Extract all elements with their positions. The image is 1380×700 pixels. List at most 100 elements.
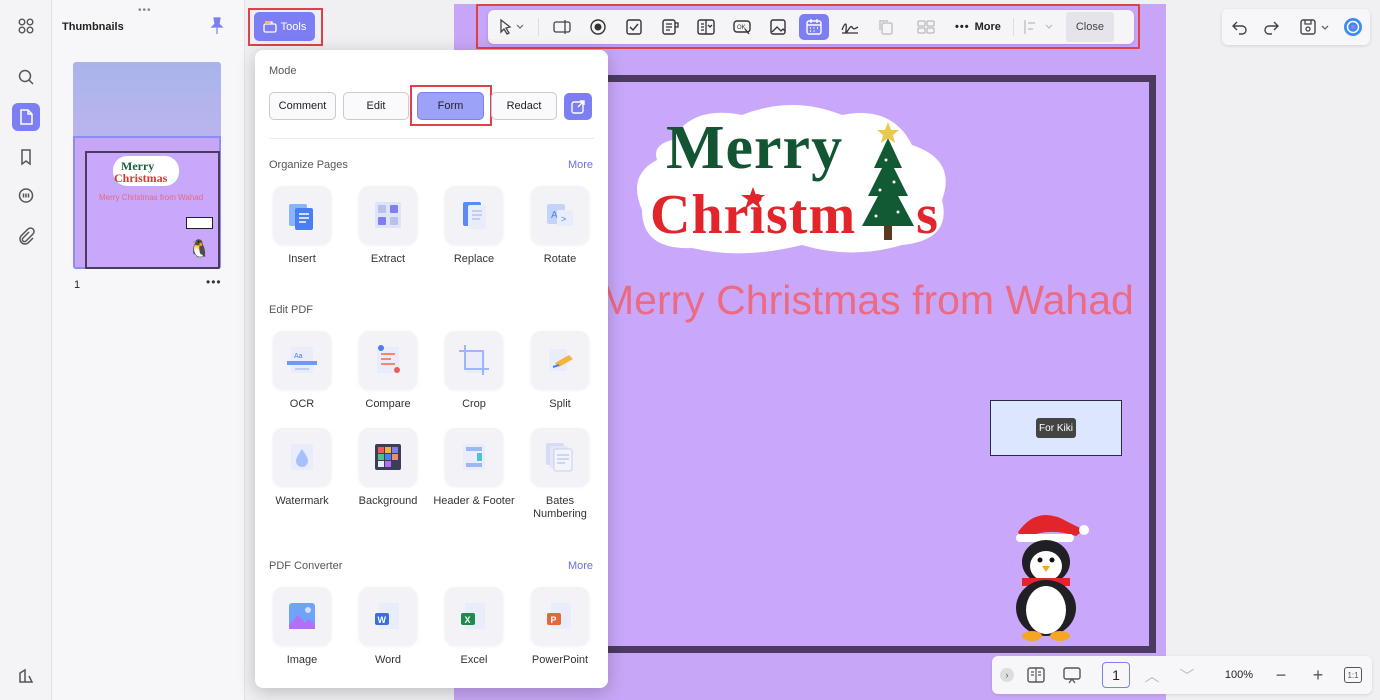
open-external-button[interactable] xyxy=(564,93,592,120)
split-icon xyxy=(549,349,573,371)
close-toolbar-button[interactable]: Close xyxy=(1065,12,1114,42)
select-tool[interactable] xyxy=(488,14,534,40)
more-tools-button[interactable]: ••• More xyxy=(947,14,1009,40)
list-box-icon xyxy=(662,19,679,35)
excel-file-icon: X xyxy=(461,603,485,629)
field-tooltip: For Kiki xyxy=(1036,418,1076,438)
bates-numbering-tool[interactable]: Bates Numbering xyxy=(518,428,602,521)
previous-page-icon[interactable]: ︿ xyxy=(1142,665,1162,685)
svg-text:X: X xyxy=(465,615,471,625)
powerpoint-file-icon: P xyxy=(547,603,571,629)
left-rail xyxy=(0,0,52,700)
watermark-tool[interactable]: Watermark xyxy=(260,428,344,508)
zoom-level[interactable]: 100% xyxy=(1220,664,1258,686)
converter-more-link[interactable]: More xyxy=(568,560,593,572)
svg-text:P: P xyxy=(551,615,557,625)
organize-more-link[interactable]: More xyxy=(568,159,593,171)
mode-comment-button[interactable]: Comment xyxy=(269,92,336,120)
convert-excel-tool[interactable]: X Excel xyxy=(432,587,516,667)
collapse-chevron-icon[interactable]: › xyxy=(1000,668,1014,682)
replace-tool[interactable]: Replace xyxy=(432,186,516,266)
ocr-label: OCR xyxy=(289,398,315,410)
rotate-tool[interactable]: A > Rotate xyxy=(518,186,602,266)
checkbox-icon xyxy=(626,19,642,35)
compare-tool[interactable]: Compare xyxy=(346,331,430,411)
crop-label: Crop xyxy=(462,398,486,410)
date-field-tool[interactable] xyxy=(799,14,829,40)
thumbnails-panel: ••• Thumbnails Merry Christmas Merry Chr… xyxy=(52,0,245,700)
page-navigation-bar: › 1 ︿ ﹀ 100% − + 1:1 xyxy=(992,656,1372,694)
text-field-tool[interactable] xyxy=(547,14,577,40)
extract-tool[interactable]: Extract xyxy=(346,186,430,266)
copy-icon xyxy=(879,20,893,35)
align-tool[interactable] xyxy=(1018,14,1060,40)
grid-tool[interactable] xyxy=(911,14,941,40)
zoom-in-icon[interactable]: + xyxy=(1308,665,1328,685)
mode-edit-button[interactable]: Edit xyxy=(343,92,409,120)
thumbnail-penguin-icon: 🐧 xyxy=(188,239,211,259)
history-tools xyxy=(1222,9,1370,45)
comment-icon[interactable] xyxy=(12,182,40,210)
crop-tool[interactable]: Crop xyxy=(432,331,516,411)
actual-size-icon[interactable]: 1:1 xyxy=(1344,667,1362,683)
tools-button[interactable]: Tools xyxy=(254,12,315,41)
thumbnail-more-button[interactable]: ••• xyxy=(206,275,222,289)
insert-pages-icon xyxy=(289,204,313,230)
convert-powerpoint-tool[interactable]: P PowerPoint xyxy=(518,587,602,667)
dropdown-icon xyxy=(697,19,715,35)
page-number-input[interactable]: 1 xyxy=(1102,662,1130,688)
checkbox-tool[interactable] xyxy=(619,14,649,40)
save-icon[interactable] xyxy=(1299,18,1317,36)
image-field-tool[interactable] xyxy=(763,14,793,40)
pin-icon[interactable] xyxy=(209,17,225,35)
extract-label: Extract xyxy=(370,253,406,265)
image-label: Image xyxy=(286,654,318,666)
mode-redact-button[interactable]: Redact xyxy=(491,92,557,120)
button-tool[interactable]: OK xyxy=(727,14,757,40)
brand-icon[interactable] xyxy=(12,662,40,690)
page-thumbnail[interactable]: Merry Christmas Merry Christmas from Wah… xyxy=(73,62,221,269)
dropdown-tool[interactable] xyxy=(691,14,721,40)
bookmark-icon[interactable] xyxy=(12,143,40,171)
redo-icon[interactable] xyxy=(1262,18,1280,36)
ai-assistant-icon[interactable] xyxy=(1343,17,1363,37)
convert-word-tool[interactable]: W Word xyxy=(346,587,430,667)
attachment-icon[interactable] xyxy=(12,222,40,250)
header-footer-tool[interactable]: Header & Footer xyxy=(432,428,516,508)
compare-icon xyxy=(377,345,400,373)
organize-section-title: Organize Pages xyxy=(269,159,348,171)
section-divider xyxy=(269,138,594,139)
insert-tool[interactable]: Insert xyxy=(260,186,344,266)
next-page-icon[interactable]: ﹀ xyxy=(1177,665,1197,685)
split-label: Split xyxy=(549,398,571,410)
split-tool[interactable]: Split xyxy=(518,331,602,411)
svg-text:>: > xyxy=(561,214,566,224)
zoom-out-icon[interactable]: − xyxy=(1271,665,1291,685)
align-icon xyxy=(1024,20,1053,34)
undo-icon[interactable] xyxy=(1231,18,1249,36)
signature-tool[interactable] xyxy=(835,14,865,40)
thumbnail-page-frame: Merry Christmas Merry Christmas from Wah… xyxy=(85,151,220,269)
convert-image-tool[interactable]: Image xyxy=(260,587,344,667)
ocr-tool[interactable]: Aa OCR xyxy=(260,331,344,411)
excel-label: Excel xyxy=(460,654,488,666)
chevron-down-icon[interactable] xyxy=(1320,18,1330,36)
thumbnail-page-number: 1 xyxy=(74,279,81,291)
background-tool[interactable]: Background xyxy=(346,428,430,508)
presentation-icon[interactable] xyxy=(1062,665,1082,685)
thumbnail-christmas-text: Christmas xyxy=(114,171,168,185)
ocr-icon: Aa xyxy=(287,347,317,373)
list-box-tool[interactable] xyxy=(655,14,685,40)
apps-grid-icon[interactable] xyxy=(12,12,40,40)
search-icon[interactable] xyxy=(12,63,40,91)
thumbnails-page-icon[interactable] xyxy=(12,103,40,131)
bates-numbering-icon xyxy=(546,443,573,472)
two-page-view-icon[interactable] xyxy=(1026,665,1046,685)
penguin-icon xyxy=(1016,514,1089,641)
copy-tool[interactable] xyxy=(871,14,901,40)
thumbnails-title: Thumbnails xyxy=(62,21,124,33)
toolbar-separator xyxy=(1012,18,1014,36)
svg-text:OK: OK xyxy=(737,25,746,31)
panel-grip[interactable]: ••• xyxy=(138,5,152,16)
radio-button-tool[interactable] xyxy=(583,14,613,40)
